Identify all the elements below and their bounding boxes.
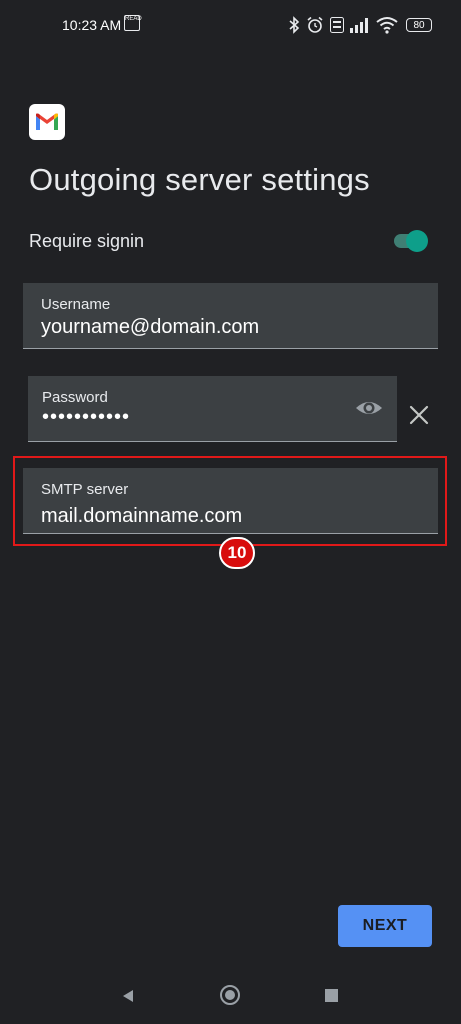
signal-icon (350, 18, 368, 33)
step-number-badge: 10 (219, 537, 255, 569)
alarm-icon (307, 16, 323, 33)
username-field[interactable]: Username yourname@domain.com (23, 283, 438, 349)
username-label: Username (41, 296, 111, 313)
username-value: yourname@domain.com (41, 316, 260, 338)
back-icon[interactable] (121, 989, 135, 1003)
password-field[interactable]: Password ••••••••••• (28, 376, 397, 442)
next-button[interactable]: NEXT (338, 905, 432, 947)
wifi-icon (376, 17, 398, 34)
status-time: 10:23 AM (62, 17, 122, 33)
home-icon[interactable] (220, 985, 240, 1005)
require-signin-label: Require signin (29, 231, 145, 251)
status-icons: 80 (288, 14, 432, 36)
clear-password-close-icon[interactable] (408, 404, 430, 426)
require-signin-toggle[interactable] (392, 230, 430, 252)
show-password-eye-icon[interactable] (355, 396, 383, 420)
recents-icon[interactable] (325, 989, 338, 1002)
smtp-server-field[interactable]: SMTP server mail.domainname.com (23, 468, 438, 534)
password-value: ••••••••••• (42, 406, 131, 428)
toggle-thumb (406, 230, 428, 252)
page-title: Outgoing server settings (29, 162, 370, 197)
smtp-server-label: SMTP server (41, 481, 129, 498)
status-bar: 10:23 AM READ 80 (0, 0, 461, 50)
password-label: Password (42, 389, 108, 406)
battery-icon: 80 (406, 18, 432, 32)
volte-icon (330, 17, 344, 33)
bluetooth-icon (289, 16, 300, 34)
gmail-logo (29, 104, 65, 140)
notification-icon: READ (124, 15, 142, 31)
navigation-bar (0, 970, 461, 1024)
smtp-server-value: mail.domainname.com (41, 505, 243, 527)
